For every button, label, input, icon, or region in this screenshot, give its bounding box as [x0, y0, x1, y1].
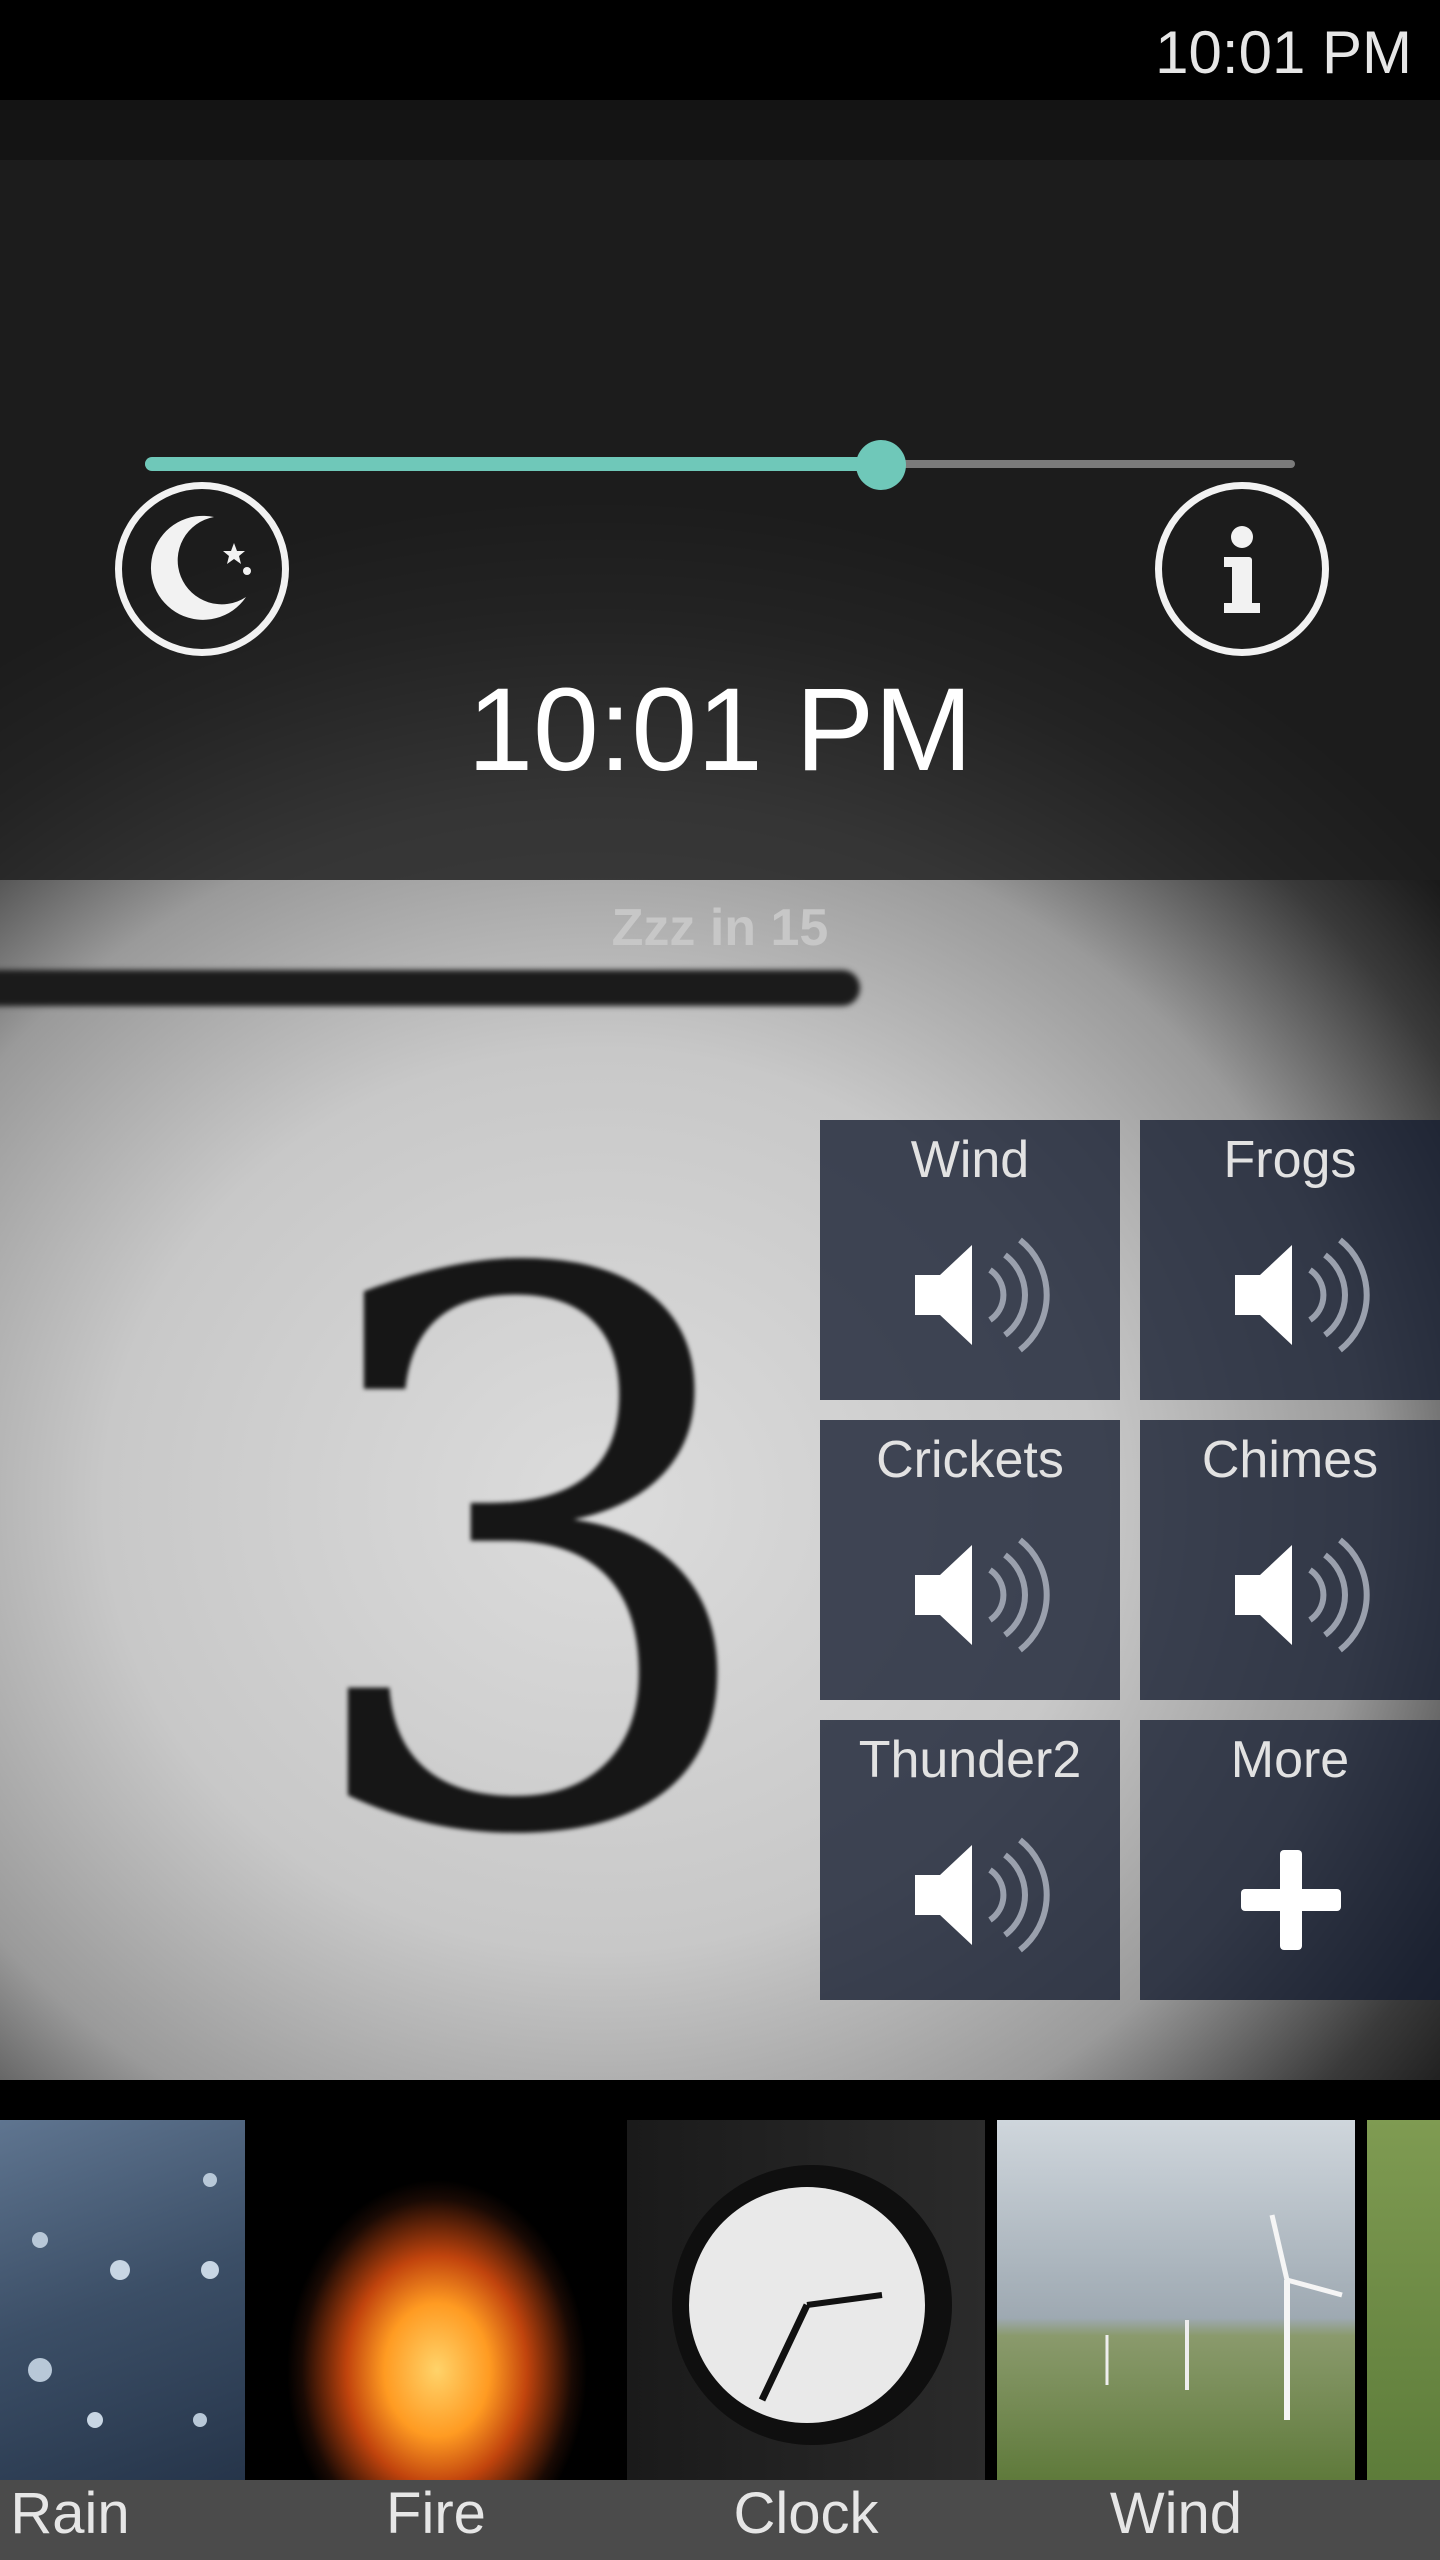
speaker-icon — [1235, 1537, 1370, 1653]
speaker-icon — [915, 1237, 1050, 1353]
scene-label-fire[interactable]: Fire — [257, 2480, 615, 2547]
slider-thumb[interactable] — [856, 440, 906, 490]
status-time: 10:01 PM — [1155, 19, 1412, 86]
scene-label-clock[interactable]: Clock — [627, 2480, 985, 2547]
scene-fire-thumb[interactable] — [257, 2120, 615, 2480]
tile-label: Wind — [910, 1131, 1030, 1189]
sound-tile-grid: Wind Frogs Crickets Chimes Thunder2 More — [820, 1120, 1440, 2000]
clock-hand — [0, 970, 860, 1006]
scene-rain-thumb[interactable] — [0, 2120, 245, 2480]
sound-tile-chimes[interactable]: Chimes — [1140, 1420, 1440, 1700]
sleep-countdown: Zzz in 15 — [611, 899, 829, 957]
scene-clock-thumb[interactable] — [627, 2120, 985, 2480]
tile-label: Thunder2 — [858, 1731, 1082, 1789]
raindrops-image — [28, 2173, 219, 2428]
info-button[interactable] — [1155, 482, 1329, 656]
scene-wind-thumb[interactable] — [997, 2120, 1355, 2480]
wind-turbines-image — [1105, 2214, 1343, 2420]
more-sounds-tile[interactable]: More — [1140, 1720, 1440, 2000]
speaker-icon — [1235, 1237, 1370, 1353]
info-icon — [1224, 526, 1260, 613]
scene-label-wind[interactable]: Wind — [997, 2480, 1355, 2547]
sound-tile-crickets[interactable]: Crickets — [820, 1420, 1120, 1700]
plus-icon — [1241, 1850, 1341, 1950]
tile-label: More — [1230, 1731, 1350, 1789]
status-bar: 10:01 PM — [0, 0, 1440, 100]
tile-label: Frogs — [1223, 1131, 1357, 1189]
wall-clock-image — [672, 2165, 952, 2445]
timer-slider[interactable] — [145, 440, 1295, 490]
sound-tile-frogs[interactable]: Frogs — [1140, 1120, 1440, 1400]
scene-next-thumb[interactable] — [1367, 2120, 1440, 2480]
moon-stars-icon — [150, 515, 251, 620]
tile-label: Crickets — [876, 1431, 1064, 1489]
speaker-icon — [915, 1837, 1050, 1953]
speaker-icon — [915, 1537, 1050, 1653]
current-time: 10:01 PM — [467, 664, 973, 796]
slider-fill — [145, 457, 881, 471]
sound-tile-wind[interactable]: Wind — [820, 1120, 1120, 1400]
scene-label-rain[interactable]: Rain — [0, 2480, 140, 2547]
timer-panel: 10:01 PM Zzz in 15 — [0, 160, 1440, 957]
clock-digit-three: 3 — [290, 1118, 774, 2002]
sound-tile-thunder2[interactable]: Thunder2 — [820, 1720, 1120, 2000]
sleep-timer-button[interactable] — [115, 482, 289, 656]
tile-label: Chimes — [1201, 1431, 1379, 1489]
